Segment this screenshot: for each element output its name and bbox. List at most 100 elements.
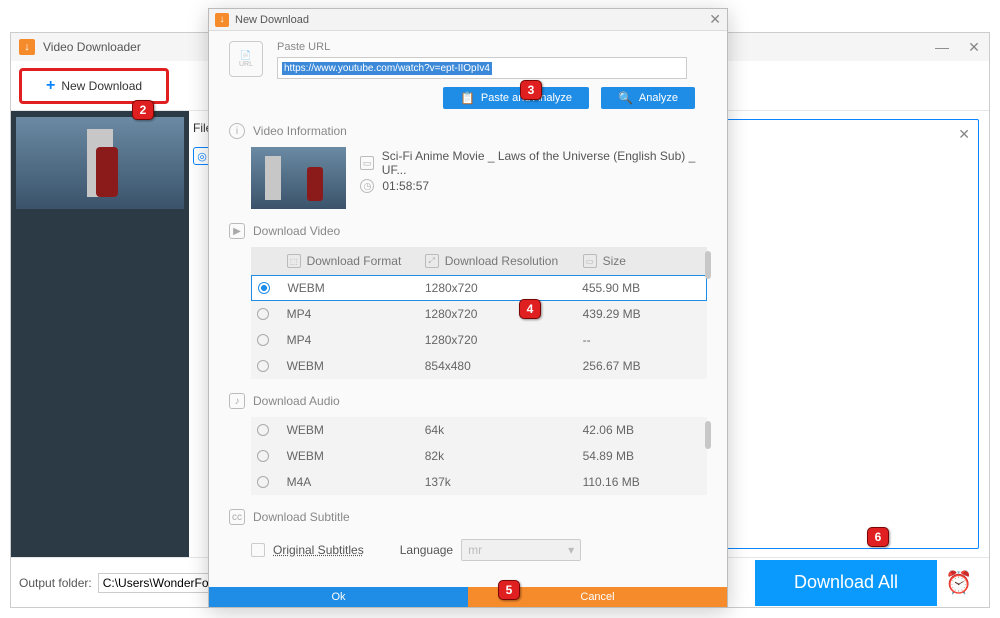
table-row[interactable]: MP41280x720--: [251, 327, 707, 353]
video-table-header: ⬚ Download Format ⤢ Download Resolution ▭ S…: [251, 247, 707, 275]
plus-icon: +: [46, 77, 55, 95]
row-size: 54.89 MB: [583, 449, 701, 463]
download-audio-label: Download Audio: [253, 394, 340, 408]
clock-icon: ◷: [360, 179, 374, 193]
row-size: 439.29 MB: [583, 307, 701, 321]
row-format: WEBM: [287, 281, 425, 295]
row-radio[interactable]: [257, 424, 269, 436]
table-row[interactable]: M4A137k110.16 MB: [251, 469, 707, 495]
audio-icon: ♪: [229, 393, 245, 409]
row-format: MP4: [287, 307, 425, 321]
app-logo-icon: ↓: [19, 39, 35, 55]
dialog-body: 📄URL Paste URL https://www.youtube.com/w…: [209, 31, 727, 571]
video-title-text: Sci-Fi Anime Movie _ Laws of the Univers…: [382, 149, 707, 177]
language-select[interactable]: mr ▾: [461, 539, 581, 561]
row-format: WEBM: [287, 423, 425, 437]
paste-url-label: Paste URL: [277, 41, 707, 53]
new-download-highlight: + New Download: [19, 68, 169, 104]
audio-scrollbar[interactable]: [705, 421, 711, 449]
row-radio[interactable]: [257, 308, 269, 320]
video-formats-table: ⬚ Download Format ⤢ Download Resolution ▭ S…: [251, 247, 707, 379]
video-scrollbar[interactable]: [705, 251, 711, 279]
dialog-footer: Ok Cancel: [209, 587, 727, 607]
download-subtitle-header: cc Download Subtitle: [229, 509, 707, 525]
url-input-value: https://www.youtube.com/watch?v=ept-IIOp…: [282, 62, 492, 75]
row-format: M4A: [287, 475, 425, 489]
size-header: Size: [603, 254, 626, 268]
analyze-label: Analyze: [639, 92, 678, 104]
callout-2: 2: [132, 100, 154, 120]
video-info-block: ▭ Sci-Fi Anime Movie _ Laws of the Univer…: [251, 147, 707, 209]
new-download-dialog: ↓ New Download ✕ 📄URL Paste URL https://…: [208, 8, 728, 608]
download-list-column: [11, 111, 189, 557]
dialog-logo-icon: ↓: [215, 13, 229, 27]
resolution-icon: ⤢: [425, 254, 439, 268]
callout-5: 5: [498, 580, 520, 600]
output-folder-label: Output folder:: [19, 576, 92, 590]
original-subtitles-label: Original Subtitles: [273, 543, 364, 557]
new-download-label: New Download: [61, 79, 142, 93]
row-resolution: 1280x720: [425, 333, 583, 347]
row-radio[interactable]: [257, 450, 269, 462]
row-size: 455.90 MB: [582, 281, 700, 295]
row-size: 256.67 MB: [583, 359, 701, 373]
download-video-label: Download Video: [253, 224, 340, 238]
size-icon: ▭: [583, 254, 597, 268]
language-value: mr: [468, 543, 482, 557]
table-row[interactable]: MP41280x720439.29 MB: [251, 301, 707, 327]
row-format: MP4: [287, 333, 425, 347]
video-info-thumbnail: [251, 147, 346, 209]
table-row[interactable]: WEBM82k54.89 MB: [251, 443, 707, 469]
original-subtitles-checkbox[interactable]: [251, 543, 265, 557]
resolution-header: Download Resolution: [445, 254, 558, 268]
clipboard-url-icon: 📄URL: [229, 41, 263, 77]
close-url-area-button[interactable]: ✕: [958, 126, 970, 143]
film-icon: ▭: [360, 156, 373, 170]
url-input[interactable]: https://www.youtube.com/watch?v=ept-IIOp…: [277, 57, 687, 79]
format-header: Download Format: [307, 254, 402, 268]
table-row[interactable]: WEBM854x480256.67 MB: [251, 353, 707, 379]
download-all-button[interactable]: Download All: [755, 560, 937, 606]
callout-3: 3: [520, 80, 542, 100]
video-information-header: i Video Information: [229, 123, 707, 139]
analyze-button[interactable]: 🔍 Analyze: [601, 87, 695, 109]
row-radio[interactable]: [257, 476, 269, 488]
video-info-label: Video Information: [253, 124, 347, 138]
row-resolution: 1280x720: [425, 307, 583, 321]
info-icon: i: [229, 123, 245, 139]
row-size: 42.06 MB: [583, 423, 701, 437]
row-radio[interactable]: [258, 282, 270, 294]
video-duration-text: 01:58:57: [382, 179, 429, 193]
format-icon: ⬚: [287, 254, 301, 268]
table-row[interactable]: WEBM64k42.06 MB: [251, 417, 707, 443]
row-format: WEBM: [287, 359, 425, 373]
paste-and-analyze-button[interactable]: 📋 Paste and Analyze: [443, 87, 589, 109]
row-radio[interactable]: [257, 360, 269, 372]
download-audio-header: ♪ Download Audio: [229, 393, 707, 409]
minimize-button[interactable]: —: [935, 39, 949, 56]
dialog-close-button[interactable]: ✕: [709, 11, 721, 28]
alarm-icon[interactable]: ⏰: [937, 560, 981, 606]
video-icon: ▶: [229, 223, 245, 239]
output-folder-input[interactable]: [98, 573, 218, 593]
download-video-header: ▶ Download Video: [229, 223, 707, 239]
row-resolution: 82k: [425, 449, 583, 463]
row-format: WEBM: [287, 449, 425, 463]
ok-button[interactable]: Ok: [209, 587, 468, 607]
row-resolution: 854x480: [425, 359, 583, 373]
new-download-button[interactable]: + New Download: [26, 73, 162, 99]
cc-icon: cc: [229, 509, 245, 525]
paste-icon: 📋: [460, 91, 475, 105]
table-row[interactable]: WEBM1280x720455.90 MB: [251, 275, 707, 301]
row-radio[interactable]: [257, 334, 269, 346]
row-resolution: 137k: [425, 475, 583, 489]
audio-formats-table: WEBM64k42.06 MBWEBM82k54.89 MBM4A137k110…: [251, 417, 707, 495]
row-resolution: 1280x720: [425, 281, 582, 295]
video-thumbnail[interactable]: [16, 117, 184, 209]
search-icon: 🔍: [618, 91, 633, 105]
app-title: Video Downloader: [43, 40, 141, 54]
row-resolution: 64k: [425, 423, 583, 437]
dialog-title: New Download: [235, 14, 309, 26]
row-size: 110.16 MB: [583, 475, 701, 489]
close-main-button[interactable]: ✕: [967, 39, 981, 56]
